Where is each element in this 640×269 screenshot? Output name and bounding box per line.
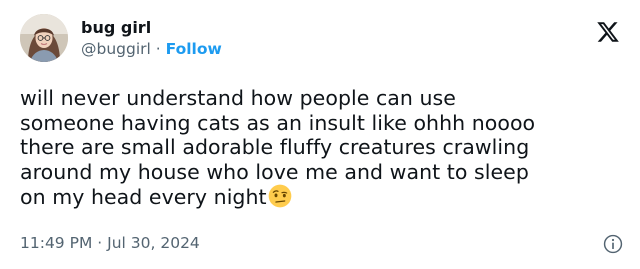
tweet-line-text: on my head every night xyxy=(20,185,267,209)
tweet-line: will never understand how people can use xyxy=(20,86,456,110)
tweet-date: Jul 30, 2024 xyxy=(107,234,200,252)
tweet-line: someone having cats as an insult like oh… xyxy=(20,110,536,135)
tweet-card: bug girl @buggirl · Follow will never un… xyxy=(0,0,640,269)
handle-row: @buggirl · Follow xyxy=(81,38,222,60)
x-logo-icon[interactable] xyxy=(596,20,620,44)
follow-button[interactable]: Follow xyxy=(166,40,222,58)
tweet-line-last: on my head every night xyxy=(20,184,630,210)
face-with-raised-eyebrow-icon xyxy=(268,184,291,208)
avatar[interactable] xyxy=(20,14,68,62)
author-names: bug girl @buggirl · Follow xyxy=(81,18,222,60)
tweet-line: there are small adorable fluffy creature… xyxy=(20,135,530,159)
handle[interactable]: @buggirl xyxy=(81,40,151,58)
tweet-text: will never understand how people can use… xyxy=(20,86,630,210)
timestamp[interactable]: 11:49 PM · Jul 30, 2024 xyxy=(20,234,200,252)
avatar-image xyxy=(20,14,68,62)
info-icon[interactable] xyxy=(602,233,624,255)
tweet-footer: 11:49 PM · Jul 30, 2024 xyxy=(20,233,200,253)
display-name[interactable]: bug girl xyxy=(81,18,222,38)
tweet-line: around my house who love me and want to … xyxy=(20,159,529,184)
tweet-header: bug girl @buggirl · Follow xyxy=(20,14,620,64)
handle-separator: · xyxy=(155,40,161,58)
footer-separator: · xyxy=(97,234,103,252)
tweet-time: 11:49 PM xyxy=(20,234,93,252)
